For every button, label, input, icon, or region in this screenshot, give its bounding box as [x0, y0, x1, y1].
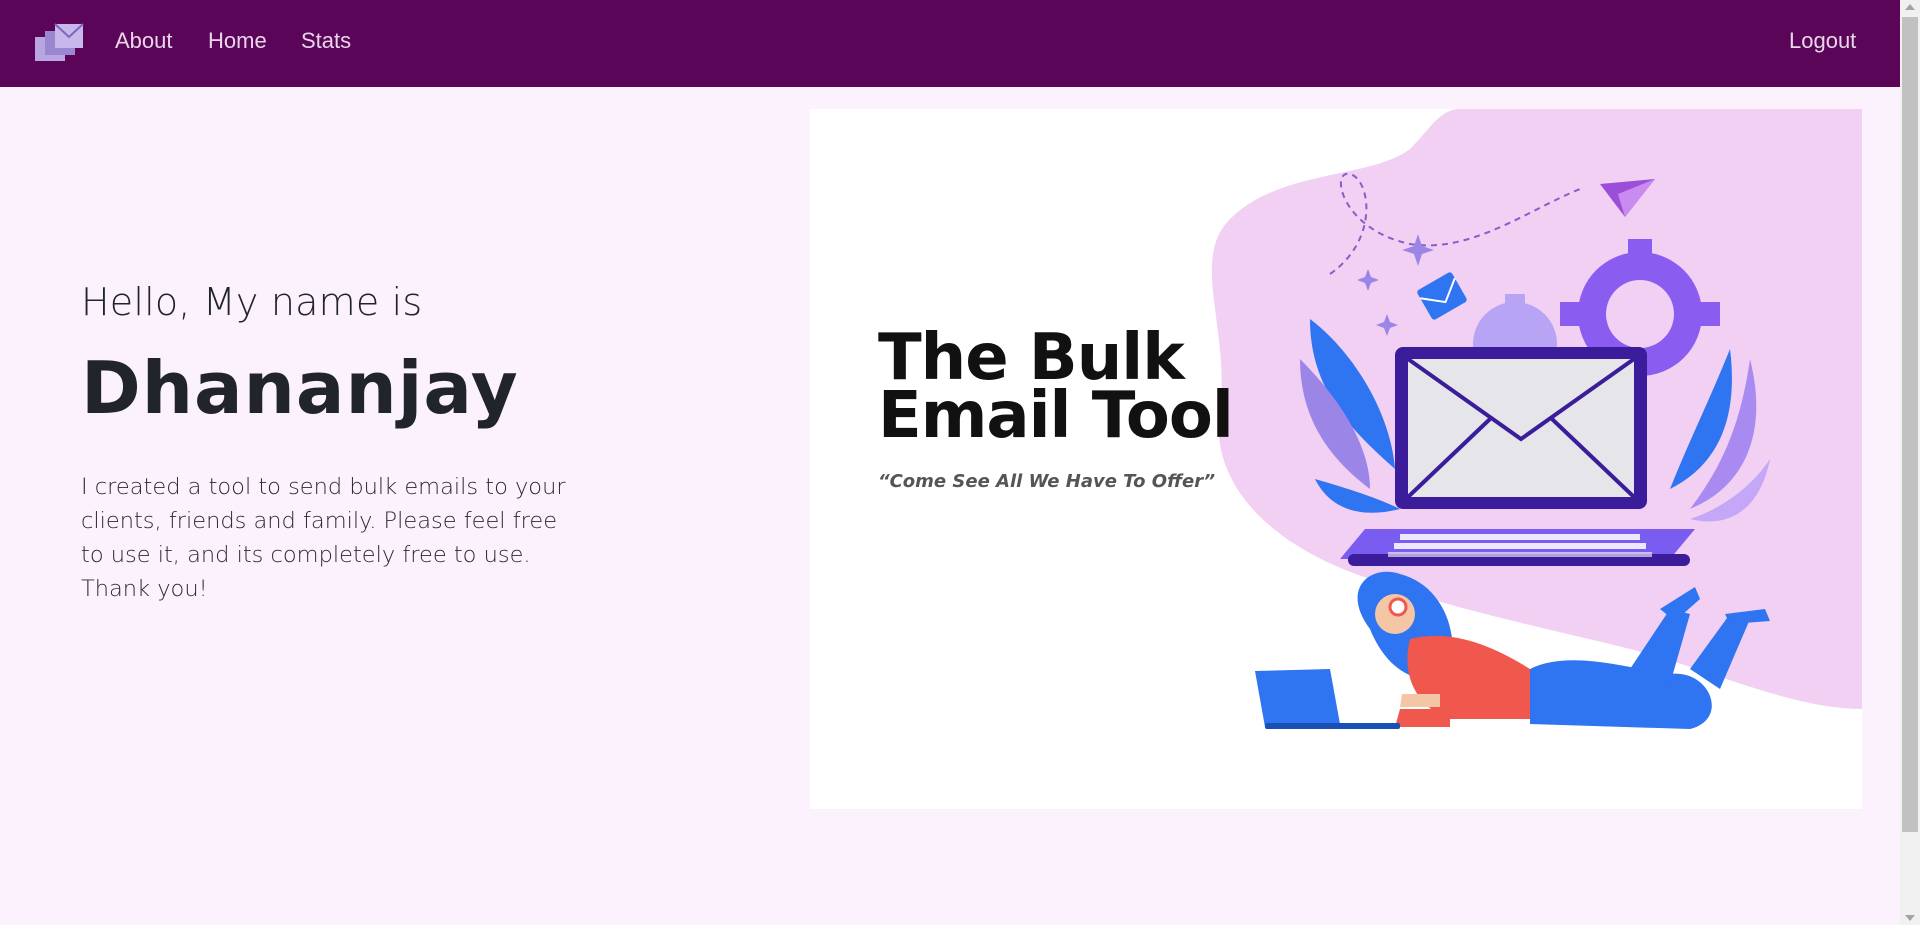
greeting-text: Hello, My name is: [81, 280, 423, 324]
hero-illustration: [1211, 109, 1862, 729]
hero-tagline: “Come See All We Have To Offer”: [878, 471, 1216, 492]
hero-image: The Bulk Email Tool “Come See All We Hav…: [810, 109, 1862, 809]
nav-stats[interactable]: Stats: [301, 28, 351, 54]
intro-section: Hello, My name is Dhananjay I created a …: [81, 280, 581, 606]
nav-home[interactable]: Home: [208, 28, 267, 54]
name-heading: Dhananjay: [81, 346, 519, 430]
nav-logout[interactable]: Logout: [1789, 28, 1856, 54]
scroll-down-icon[interactable]: [1905, 915, 1915, 921]
hero-title-line2: Email Tool: [878, 379, 1234, 453]
logo-icon[interactable]: [33, 23, 85, 63]
nav-about[interactable]: About: [115, 28, 173, 54]
intro-description: I created a tool to send bulk emails to …: [81, 474, 566, 602]
scrollbar-thumb[interactable]: [1902, 17, 1918, 832]
page-scrollbar[interactable]: [1900, 0, 1920, 925]
scroll-up-icon[interactable]: [1905, 4, 1915, 10]
navbar: About Home Stats Logout: [0, 0, 1900, 87]
hero-title: The Bulk Email Tool: [878, 326, 1234, 453]
